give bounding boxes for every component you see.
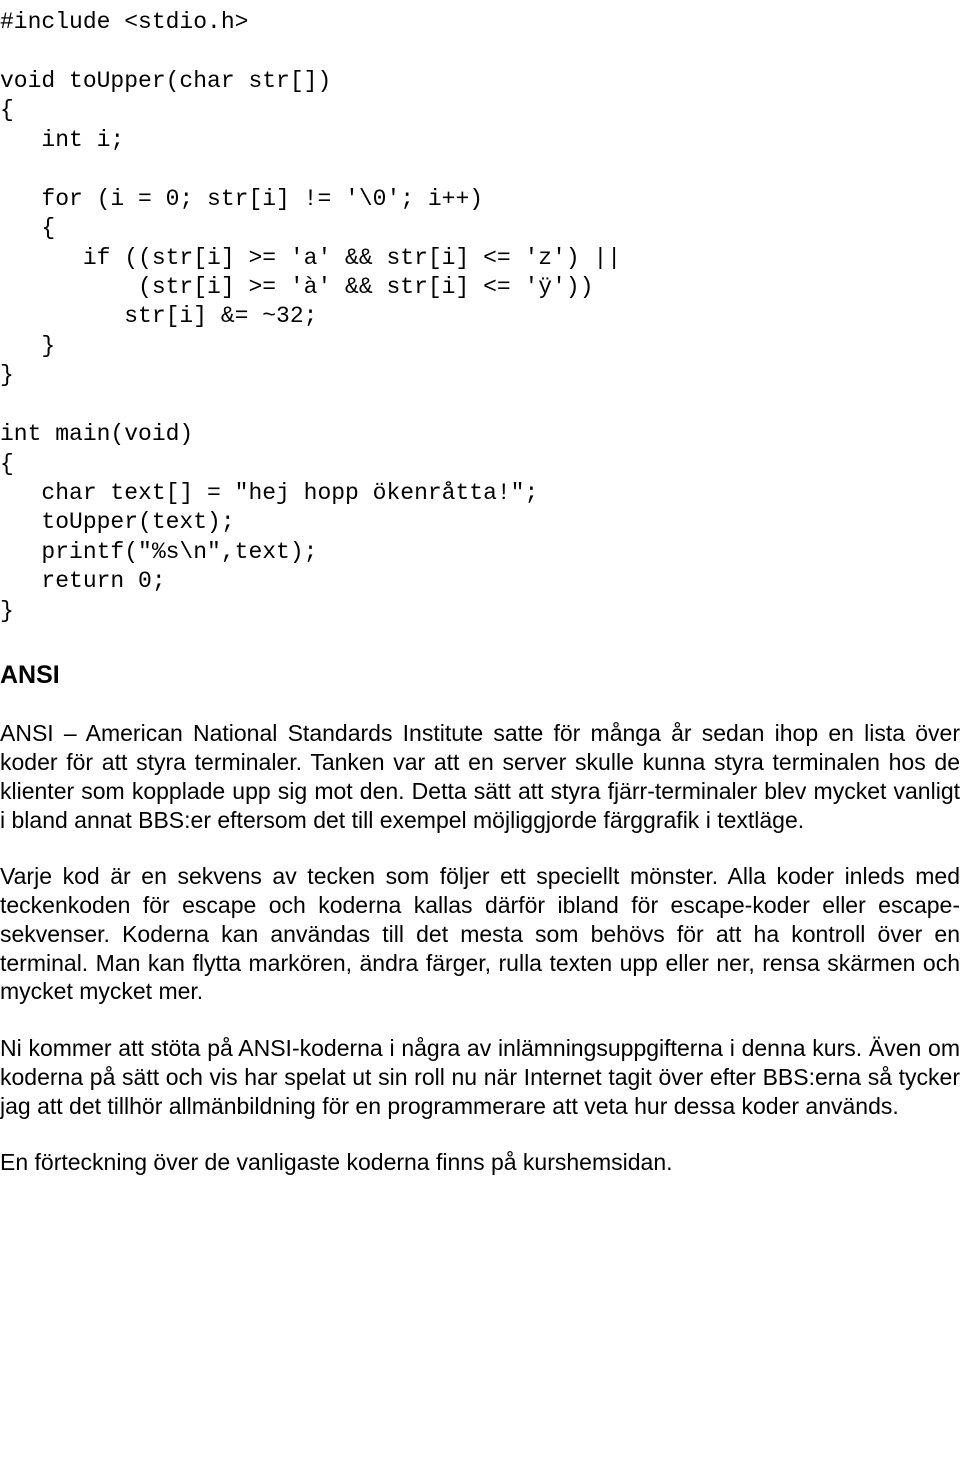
code-line: int i; xyxy=(0,127,124,153)
code-line: { xyxy=(0,97,14,123)
code-line: } xyxy=(0,598,14,624)
code-line: } xyxy=(0,362,14,388)
code-line: for (i = 0; str[i] != '\0'; i++) xyxy=(0,186,483,212)
code-line: } xyxy=(0,333,55,359)
paragraph: ANSI – American National Standards Insti… xyxy=(0,719,960,834)
paragraph: Ni kommer att stöta på ANSI-koderna i nå… xyxy=(0,1034,960,1120)
code-line: return 0; xyxy=(0,568,166,594)
code-block: #include <stdio.h> void toUpper(char str… xyxy=(0,8,960,626)
code-line: int main(void) xyxy=(0,421,193,447)
code-line: char text[] = "hej hopp ökenråtta!"; xyxy=(0,480,538,506)
code-line: void toUpper(char str[]) xyxy=(0,68,331,94)
code-line: toUpper(text); xyxy=(0,509,235,535)
code-line: (str[i] >= 'à' && str[i] <= 'ÿ')) xyxy=(0,274,594,300)
section-heading: ANSI xyxy=(0,660,960,691)
code-line: str[i] &= ~32; xyxy=(0,303,317,329)
code-line: #include <stdio.h> xyxy=(0,9,248,35)
code-line: printf("%s\n",text); xyxy=(0,539,317,565)
code-line: { xyxy=(0,451,14,477)
code-line: { xyxy=(0,215,55,241)
paragraph: Varje kod är en sekvens av tecken som fö… xyxy=(0,862,960,1006)
paragraph: En förteckning över de vanligaste kodern… xyxy=(0,1148,960,1177)
code-line: if ((str[i] >= 'a' && str[i] <= 'z') || xyxy=(0,245,621,271)
document-page: #include <stdio.h> void toUpper(char str… xyxy=(0,0,960,1217)
